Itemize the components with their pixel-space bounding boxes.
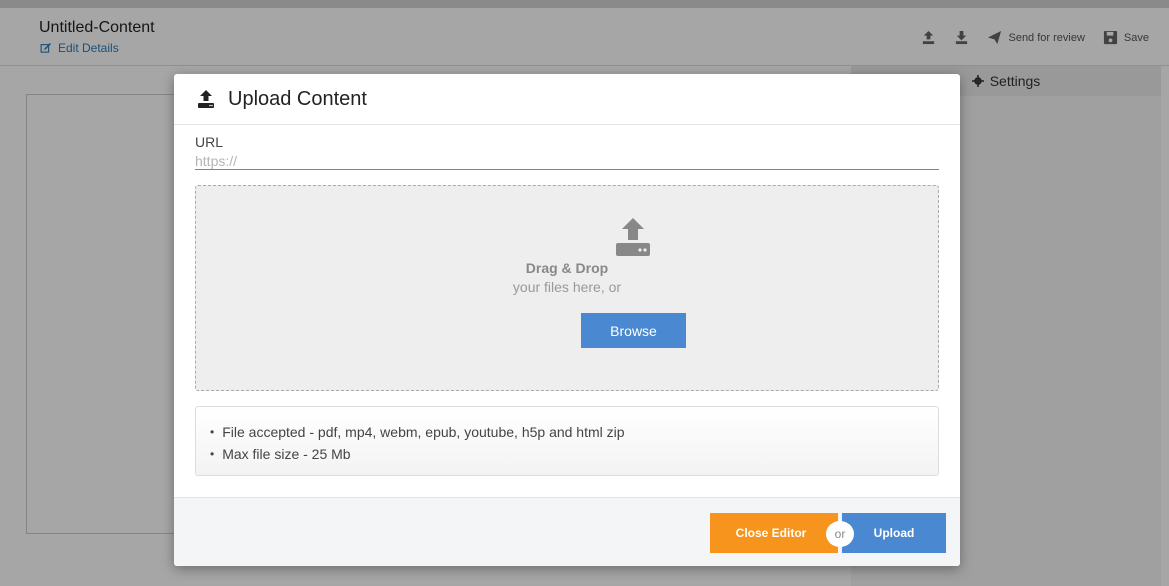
upload-icon — [198, 90, 214, 108]
accepted-files-text: File accepted - pdf, mp4, webm, epub, yo… — [222, 424, 625, 440]
dropzone-title: Drag & Drop — [525, 260, 609, 276]
or-divider: or — [826, 521, 854, 547]
close-editor-button[interactable]: Close Editor — [710, 513, 838, 553]
file-requirements-box: • File accepted - pdf, mp4, webm, epub, … — [195, 406, 939, 476]
list-item: • File accepted - pdf, mp4, webm, epub, … — [210, 421, 938, 443]
url-label: URL — [195, 134, 224, 150]
max-file-size-text: Max file size - 25 Mb — [222, 446, 351, 462]
url-input[interactable] — [195, 152, 939, 170]
modal-title: Upload Content — [228, 87, 367, 110]
upload-content-modal: Upload Content URL Drag & Drop your file… — [174, 74, 960, 566]
file-dropzone[interactable]: Drag & Drop your files here, or Browse — [195, 185, 939, 391]
modal-header: Upload Content — [174, 74, 960, 125]
modal-footer: Close Editor Upload or — [174, 497, 960, 566]
browse-button[interactable]: Browse — [581, 313, 686, 348]
upload-button[interactable]: Upload — [842, 513, 946, 553]
bullet-icon: • — [210, 447, 215, 461]
dropzone-subtitle: your files here, or — [512, 279, 622, 295]
upload-tray-icon — [616, 218, 650, 256]
bullet-icon: • — [210, 425, 215, 439]
list-item: • Max file size - 25 Mb — [210, 443, 938, 465]
